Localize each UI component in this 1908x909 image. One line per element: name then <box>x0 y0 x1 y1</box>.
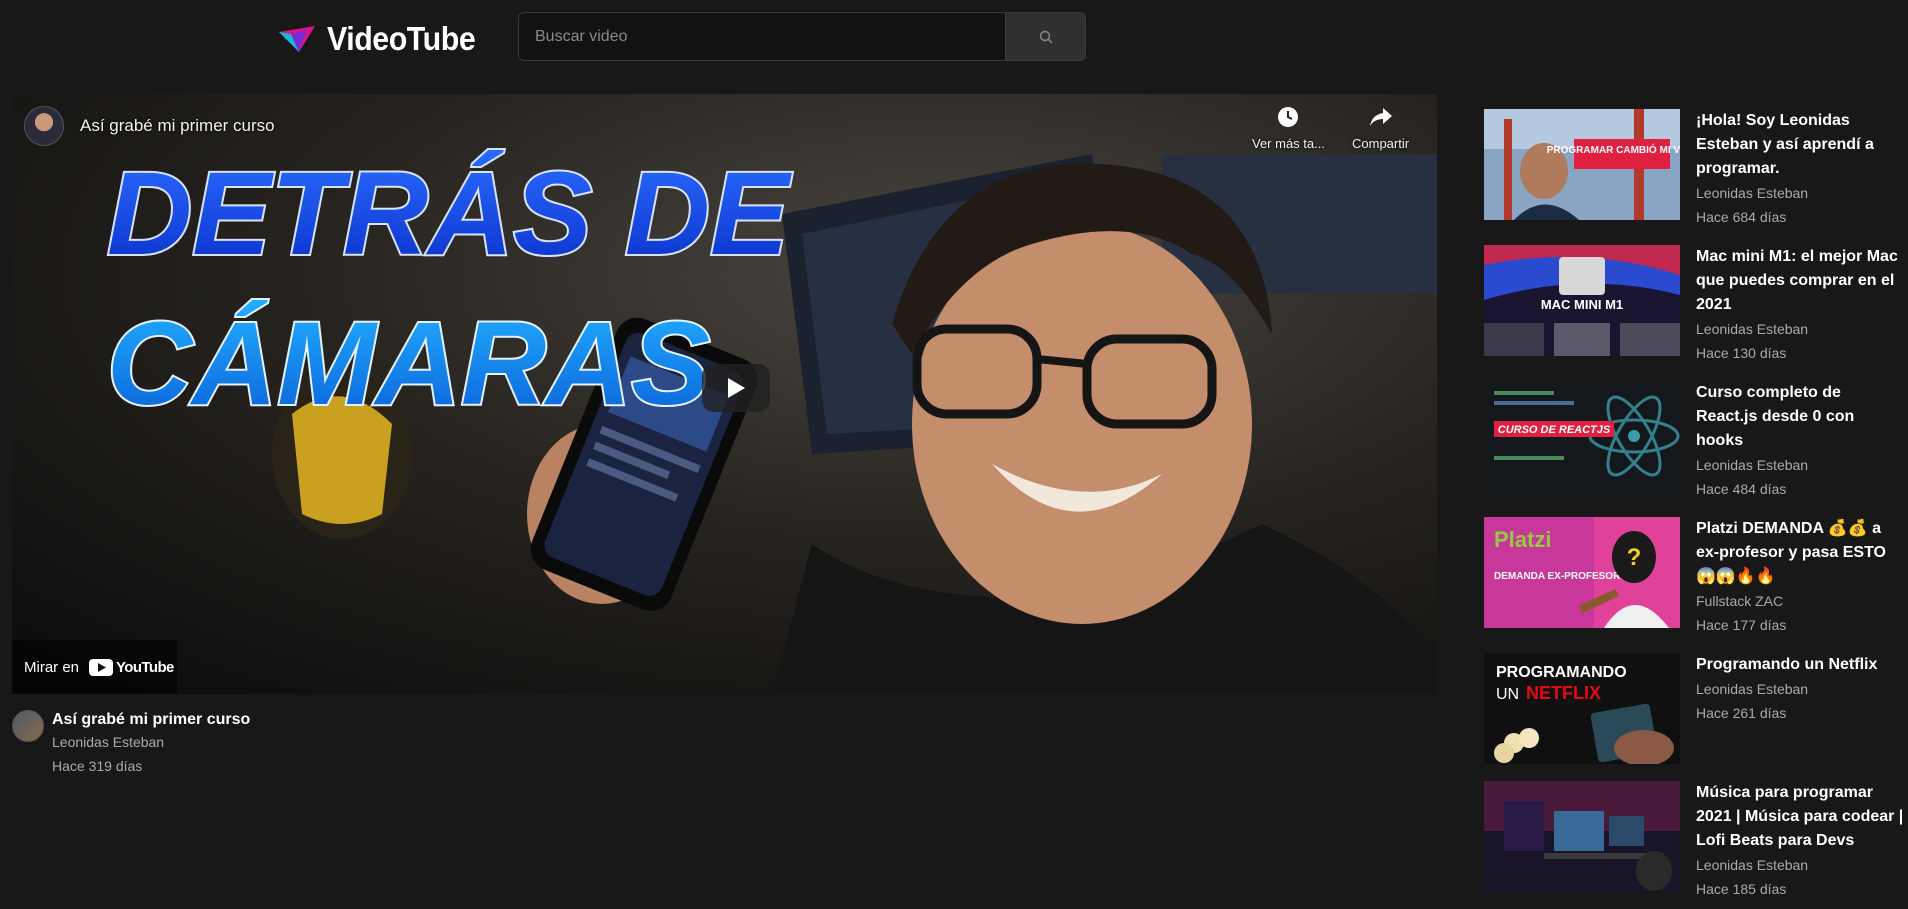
recommendation-item[interactable]: PROGRAMAR CAMBIÓ MI VIDA ¡Hola! Soy Leon… <box>1484 109 1908 229</box>
svg-text:UN: UN <box>1496 686 1519 703</box>
channel-avatar[interactable] <box>24 106 64 146</box>
svg-text:NETFLIX: NETFLIX <box>1526 683 1601 703</box>
player-title-overlay: Así grabé mi primer curso <box>24 106 275 146</box>
recommendation-thumbnail <box>1484 781 1680 892</box>
video-info: Así grabé mi primer curso Leonidas Esteb… <box>12 710 250 778</box>
recommendation-channel: Leonidas Esteban <box>1696 321 1809 337</box>
youtube-label: YouTube <box>116 658 174 676</box>
video-title: Así grabé mi primer curso <box>52 711 251 728</box>
recommendation-title: Mac mini M1: el mejor Mac que puedes com… <box>1696 248 1898 313</box>
svg-text:Platzi: Platzi <box>1494 527 1551 552</box>
share-button[interactable]: Compartir <box>1352 106 1409 151</box>
recommendation-title: Música para programar 2021 | Música para… <box>1696 784 1904 849</box>
video-player[interactable]: DETRÁS DE CÁMARAS Así grabé mi primer cu… <box>12 94 1437 694</box>
recommendation-thumbnail: Platzi DEMANDA EX-PROFESOR ? <box>1484 517 1680 628</box>
recommendation-title: Platzi DEMANDA 💰💰 a ex-profesor y pasa E… <box>1696 520 1886 585</box>
recommendation-age: Hace 177 días <box>1696 617 1787 633</box>
recommendation-age: Hace 130 días <box>1696 345 1787 361</box>
recommendation-item[interactable]: Música para programar 2021 | Música para… <box>1484 781 1908 901</box>
header: VideoTube <box>0 0 1908 80</box>
clock-icon <box>1278 107 1299 127</box>
recommendation-thumbnail: MAC MINI M1 <box>1484 245 1680 356</box>
recommendation-item[interactable]: Platzi DEMANDA EX-PROFESOR ? Platzi DEMA… <box>1484 517 1908 637</box>
recommendation-channel: Leonidas Esteban <box>1696 681 1809 697</box>
recommendation-channel: Leonidas Esteban <box>1696 857 1809 873</box>
play-icon <box>728 378 745 398</box>
recommendation-thumbnail: PROGRAMANDO UN NETFLIX <box>1484 653 1680 764</box>
svg-text:?: ? <box>1627 544 1642 571</box>
watch-on-label: Mirar en <box>24 658 80 676</box>
recommendation-item[interactable]: PROGRAMANDO UN NETFLIX Programando un Ne… <box>1484 653 1908 764</box>
recommendation-thumbnail: PROGRAMAR CAMBIÓ MI VIDA <box>1484 109 1680 220</box>
recommendation-channel: Leonidas Esteban <box>1696 457 1809 473</box>
brand-logo[interactable]: VideoTube <box>277 20 488 58</box>
recommendation-item[interactable]: CURSO DE REACTJS Curso completo de React… <box>1484 381 1908 501</box>
video-age: Hace 319 días <box>52 758 143 774</box>
video-channel[interactable]: Leonidas Esteban <box>52 730 250 754</box>
brand-name: VideoTube <box>327 20 476 57</box>
recommendation-title: ¡Hola! Soy Leonidas Esteban y así aprend… <box>1696 112 1874 177</box>
recommendation-title: Curso completo de React.js desde 0 con h… <box>1696 384 1855 449</box>
watch-on-youtube[interactable]: Mirar en YouTube <box>12 640 177 694</box>
search-bar <box>518 12 1086 61</box>
avatar[interactable] <box>12 710 44 742</box>
videotube-logo-icon <box>279 26 315 52</box>
recommendation-thumbnail: CURSO DE REACTJS <box>1484 381 1680 492</box>
recommendation-channel: Leonidas Esteban <box>1696 185 1809 201</box>
recommendation-age: Hace 484 días <box>1696 481 1787 497</box>
watch-later-button[interactable]: Ver más ta... <box>1252 106 1325 151</box>
watch-later-label: Ver más ta... <box>1252 136 1325 151</box>
thumb-caption: MAC MINI M1 <box>1541 297 1623 312</box>
thumb-caption: PROGRAMAR CAMBIÓ MI VIDA <box>1547 143 1680 156</box>
play-button[interactable] <box>702 364 770 412</box>
svg-text:PROGRAMANDO: PROGRAMANDO <box>1496 664 1627 681</box>
search-button[interactable] <box>1005 12 1086 61</box>
player-video-title[interactable]: Así grabé mi primer curso <box>80 116 275 136</box>
recommendation-channel: Fullstack ZAC <box>1696 593 1784 609</box>
thumb-caption: CURSO DE REACTJS <box>1498 424 1611 436</box>
recommendation-age: Hace 261 días <box>1696 705 1787 721</box>
youtube-icon <box>89 658 114 676</box>
youtube-logo: YouTube <box>89 658 174 676</box>
search-icon <box>1039 30 1052 43</box>
share-label: Compartir <box>1352 136 1410 151</box>
share-icon <box>1369 108 1392 126</box>
recommendation-title: Programando un Netflix <box>1696 656 1878 673</box>
recommendation-age: Hace 684 días <box>1696 209 1787 225</box>
svg-text:DETRÁS DE: DETRÁS DE <box>107 148 792 280</box>
recommendation-item[interactable]: MAC MINI M1 Mac mini M1: el mejor Mac qu… <box>1484 245 1908 365</box>
svg-text:CÁMARAS: CÁMARAS <box>107 298 710 430</box>
recommendation-age: Hace 185 días <box>1696 881 1787 897</box>
search-input[interactable] <box>518 12 1005 61</box>
thumb-caption: DEMANDA EX-PROFESOR <box>1494 571 1621 582</box>
